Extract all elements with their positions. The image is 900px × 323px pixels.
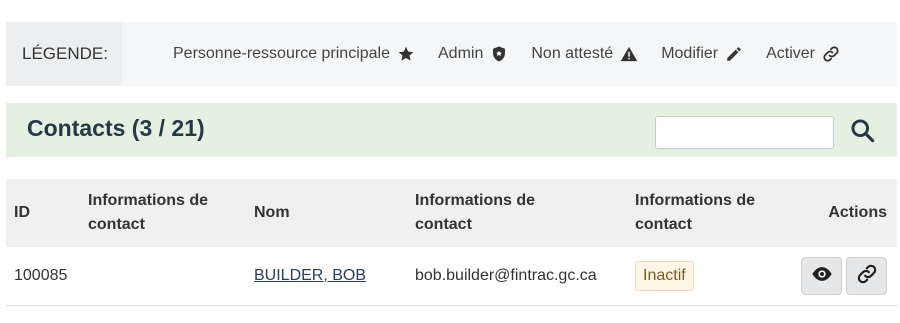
search-icon <box>849 117 876 147</box>
eye-icon <box>811 263 833 288</box>
legend-title: LÉGENDE: <box>6 22 122 86</box>
header-line: contact <box>415 216 472 233</box>
legend-item-label: Activer <box>766 45 815 62</box>
cell-contact-info <box>80 247 246 305</box>
column-header-contact-info[interactable]: Informations de contact <box>627 179 788 247</box>
cell-email: bob.builder@fintrac.gc.ca <box>415 266 597 284</box>
header-line: Informations de <box>88 192 209 209</box>
header-line: Informations de <box>635 192 756 209</box>
shield-icon <box>490 45 508 63</box>
cell-status: Inactif <box>627 247 788 305</box>
link-icon <box>822 45 840 63</box>
link-icon <box>856 263 878 288</box>
search-button[interactable] <box>842 113 882 151</box>
contact-name-link[interactable]: BUILDER, BOB <box>254 267 366 284</box>
status-badge: Inactif <box>635 260 694 291</box>
legend-bar: LÉGENDE: Personne-ressource principale A… <box>6 22 897 86</box>
legend-item-admin: Admin <box>438 45 508 63</box>
column-header-name[interactable]: Nom <box>246 179 407 247</box>
legend-item-activate: Activer <box>766 45 840 63</box>
header-line: contact <box>635 216 692 233</box>
contacts-table: ID Informations de contact Nom Informati… <box>6 179 897 306</box>
column-header-actions: Actions <box>828 204 887 221</box>
view-button[interactable] <box>801 256 842 295</box>
legend-item-label: Personne-ressource principale <box>173 45 390 62</box>
header-line: contact <box>88 216 145 233</box>
legend-items: Personne-ressource principale Admin Non … <box>122 45 863 63</box>
column-header-id[interactable]: ID <box>6 179 80 247</box>
table-row: 100085 BUILDER, BOB bob.builder@fintrac.… <box>6 247 897 305</box>
warning-icon <box>620 45 638 63</box>
pencil-icon <box>725 45 743 63</box>
table-header-row: ID Informations de contact Nom Informati… <box>6 179 897 247</box>
activate-button[interactable] <box>846 256 887 295</box>
search-input[interactable] <box>655 116 834 149</box>
legend-item-edit: Modifier <box>661 45 743 63</box>
cell-name: BUILDER, BOB <box>246 247 407 305</box>
legend-item-label: Admin <box>438 45 484 62</box>
column-header-contact-info[interactable]: Informations de contact <box>80 179 246 247</box>
cell-actions <box>788 247 897 305</box>
legend-item-not-attested: Non attesté <box>531 45 638 63</box>
star-icon <box>397 45 415 63</box>
header-line: Informations de <box>415 192 536 209</box>
legend-item-label: Modifier <box>661 45 719 62</box>
cell-id: 100085 <box>14 266 68 284</box>
legend-item-label: Non attesté <box>531 45 614 62</box>
contacts-title: Contacts (3 / 21) <box>27 115 205 141</box>
column-header-contact-info[interactable]: Informations de contact <box>407 179 627 247</box>
legend-item-primary-contact: Personne-ressource principale <box>173 45 415 63</box>
contacts-table-wrapper: ID Informations de contact Nom Informati… <box>6 179 897 306</box>
contacts-header: Contacts (3 / 21) <box>6 103 897 157</box>
